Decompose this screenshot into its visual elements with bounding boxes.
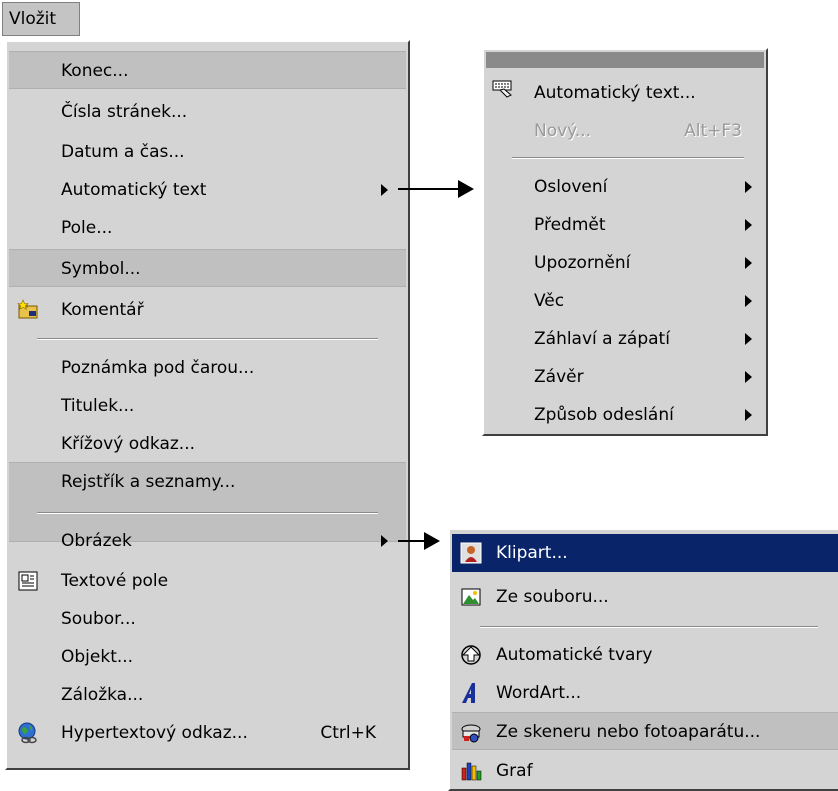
submenu-item-automaticke-tvary[interactable]: Automatické tvary (452, 636, 838, 674)
submenu-arrow-icon (381, 184, 388, 196)
connector-line (398, 188, 460, 190)
menu-item-label: Rejstřík a seznamy... (61, 472, 236, 492)
menu-item-label: Datum a čas... (61, 142, 185, 162)
submenu-item-osloveni[interactable]: Oslovení (486, 168, 764, 206)
submenu-arrow-icon (745, 219, 752, 231)
menu-item-poznamka-pod-carou[interactable]: Poznámka pod čarou... (9, 349, 406, 387)
submenu-item-automaticky-text[interactable]: Automatický text... (486, 74, 764, 112)
submenu-arrow-icon (745, 409, 752, 421)
submenu-item-ze-souboru[interactable]: Ze souboru... (452, 578, 838, 616)
chart-icon (461, 762, 482, 781)
submenu-item-label: Způsob odeslání (534, 405, 674, 425)
submenu-item-zaver[interactable]: Závěr (486, 358, 764, 396)
menu-item-label: Čísla stránek... (61, 102, 188, 122)
menu-item-obrazek[interactable]: Obrázek (9, 522, 406, 560)
submenu-item-upozorneni[interactable]: Upozornění (486, 244, 764, 282)
wordart-icon (462, 683, 475, 703)
submenu-item-label: Předmět (534, 215, 606, 235)
menu-item-label: Soubor... (61, 609, 136, 629)
submenu-item-label: Klipart... (496, 543, 568, 563)
submenu-item-label: Graf (496, 761, 533, 781)
submenu-item-zpusob-odeslani[interactable]: Způsob odeslání (486, 396, 764, 434)
submenu-arrow-icon (381, 535, 388, 547)
menu-item-label: Objekt... (61, 647, 134, 667)
clipart-icon (460, 542, 482, 564)
submenu-item-label: Oslovení (534, 177, 608, 197)
menu-item-komentar[interactable]: Komentář (9, 291, 406, 329)
menu-item-label: Křížový odkaz... (61, 434, 195, 454)
shortcut-label: Ctrl+K (320, 723, 376, 743)
submenu-separator (512, 157, 744, 159)
autoshapes-icon (461, 645, 481, 665)
submenu-item-label: Automatický text... (534, 83, 696, 103)
submenu-item-klipart[interactable]: Klipart... (452, 534, 838, 572)
submenu-item-label: Věc (534, 291, 565, 311)
submenu-item-zahlavi-zapati[interactable]: Záhlaví a zápatí (486, 320, 764, 358)
submenu-arrow-icon (745, 257, 752, 269)
menu-item-titulek[interactable]: Titulek... (9, 387, 406, 425)
menu-item-symbol[interactable]: Symbol... (9, 249, 406, 287)
submenu-item-ze-skeneru[interactable]: Ze skeneru nebo fotoaparátu... (452, 712, 838, 750)
menu-item-zalozka[interactable]: Záložka... (9, 676, 406, 714)
menu-item-label: Poznámka pod čarou... (61, 358, 255, 378)
menu-title-vlozit[interactable]: Vložit (2, 2, 80, 36)
picture-submenu: Klipart... Ze souboru... Automatické tva… (448, 528, 838, 791)
menu-item-pole[interactable]: Pole... (9, 209, 406, 247)
menu-separator (37, 338, 378, 340)
menu-item-objekt[interactable]: Objekt... (9, 638, 406, 676)
submenu-item-label: Záhlaví a zápatí (534, 329, 670, 349)
submenu-arrow-icon (745, 371, 752, 383)
menu-item-label: Titulek... (61, 396, 135, 416)
submenu-item-novy[interactable]: Nový... Alt+F3 (486, 112, 764, 150)
menu-item-label: Hypertextový odkaz... (61, 723, 248, 743)
insert-menu: Konec... Čísla stránek... Datum a čas...… (5, 40, 410, 770)
menu-item-automaticky-text[interactable]: Automatický text (9, 171, 406, 209)
menu-item-label: Záložka... (61, 685, 144, 705)
menu-item-soubor[interactable]: Soubor... (9, 600, 406, 638)
menu-item-konec[interactable]: Konec... (9, 51, 406, 89)
submenu-title-bar (486, 52, 764, 68)
menu-item-cisla-stranek[interactable]: Čísla stránek... (9, 93, 406, 131)
menu-item-label: Textové pole (61, 571, 169, 591)
submenu-item-label: Závěr (534, 367, 584, 387)
menu-item-label: Symbol... (61, 259, 141, 279)
picture-from-file-icon (461, 588, 481, 606)
submenu-arrow-icon (745, 181, 752, 193)
menu-item-label: Obrázek (61, 531, 132, 551)
submenu-item-wordart[interactable]: WordArt... (452, 674, 838, 712)
submenu-arrow-icon (745, 295, 752, 307)
menu-item-textove-pole[interactable]: Textové pole (9, 562, 406, 600)
submenu-separator (480, 626, 818, 628)
menu-item-label: Konec... (61, 61, 129, 81)
submenu-item-vec[interactable]: Věc (486, 282, 764, 320)
submenu-item-label: Upozornění (534, 253, 631, 273)
shortcut-label: Alt+F3 (684, 121, 742, 141)
autotext-submenu: Automatický text... Nový... Alt+F3 Oslov… (482, 48, 768, 436)
connector-arrowhead-icon (424, 532, 440, 550)
globe-link-icon (18, 722, 37, 744)
menu-item-datum-cas[interactable]: Datum a čas... (9, 133, 406, 171)
menu-item-label: Komentář (61, 300, 144, 320)
menu-item-krizovy-odkaz[interactable]: Křížový odkaz... (9, 425, 406, 463)
comment-folder-icon (17, 299, 38, 319)
menu-item-label: Pole... (61, 218, 113, 238)
menu-item-hypertextovy-odkaz[interactable]: Hypertextový odkaz... Ctrl+K (9, 714, 406, 752)
submenu-item-label: Nový... (534, 121, 592, 141)
submenu-item-label: WordArt... (496, 683, 582, 703)
connector-arrowhead-icon (458, 180, 474, 198)
text-box-icon (18, 571, 38, 591)
menu-separator (37, 512, 378, 514)
scanner-camera-icon (461, 724, 481, 743)
menu-item-label: Automatický text (61, 180, 207, 200)
submenu-item-label: Ze souboru... (496, 587, 609, 607)
submenu-item-label: Automatické tvary (496, 645, 653, 665)
submenu-item-predmet[interactable]: Předmět (486, 206, 764, 244)
autotext-keyboard-icon (492, 80, 512, 98)
submenu-arrow-icon (745, 333, 752, 345)
menu-title-label: Vložit (9, 9, 57, 29)
submenu-item-label: Ze skeneru nebo fotoaparátu... (496, 722, 761, 742)
submenu-item-graf[interactable]: Graf (452, 752, 838, 790)
